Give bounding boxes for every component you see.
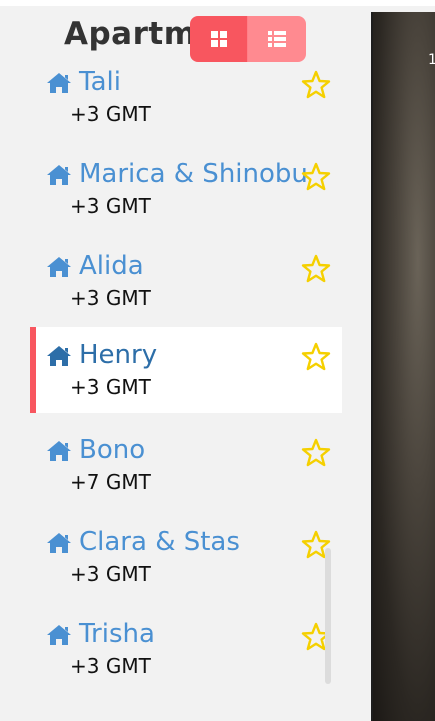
selection-marker (30, 327, 36, 413)
star-icon[interactable] (301, 162, 331, 192)
home-icon (47, 257, 71, 277)
apartment-item[interactable]: Trisha +3 GMT (30, 600, 342, 692)
home-icon (47, 441, 71, 461)
star-icon[interactable] (301, 254, 331, 284)
apartment-timezone: +3 GMT (70, 654, 151, 678)
apartment-item[interactable]: Clara & Stas +3 GMT (30, 508, 342, 600)
list-view-button[interactable] (248, 16, 306, 62)
grid-icon (210, 31, 227, 47)
apartment-timezone: +3 GMT (70, 102, 151, 126)
apartments-header: Apartments (0, 6, 370, 70)
apartment-name[interactable]: Marica & Shinobu (79, 159, 308, 189)
apartment-item[interactable]: Tali +3 GMT (30, 70, 342, 140)
home-icon (47, 533, 71, 553)
apartment-item[interactable]: Alida +3 GMT (30, 232, 342, 324)
apartment-items: Tali +3 GMT Marica & Shinobu +3 GMT Alid… (30, 70, 342, 692)
apartment-name[interactable]: Trisha (79, 619, 155, 649)
apartment-timezone: +3 GMT (70, 562, 151, 586)
star-icon[interactable] (301, 70, 331, 100)
home-icon (47, 165, 71, 185)
apartment-name[interactable]: Clara & Stas (79, 527, 240, 557)
apartment-timezone: +7 GMT (70, 470, 151, 494)
home-icon (47, 73, 71, 93)
apartment-name[interactable]: Henry (79, 340, 157, 370)
apartment-photo (371, 12, 435, 721)
list-icon (268, 31, 286, 47)
apartment-item[interactable]: Marica & Shinobu +3 GMT (30, 140, 342, 232)
apartment-list[interactable]: Tali +3 GMT Marica & Shinobu +3 GMT Alid… (30, 70, 342, 721)
apartment-timezone: +3 GMT (70, 194, 151, 218)
apartment-name[interactable]: Bono (79, 435, 145, 465)
home-icon (47, 346, 71, 366)
view-toggle (190, 16, 306, 62)
apartment-timezone: +3 GMT (70, 375, 151, 399)
apartment-name[interactable]: Alida (79, 251, 144, 281)
apartment-timezone: +3 GMT (70, 286, 151, 310)
apartment-item-selected[interactable]: Henry +3 GMT (30, 327, 342, 413)
star-icon[interactable] (301, 342, 331, 372)
apartment-name[interactable]: Tali (79, 70, 121, 97)
home-icon (47, 625, 71, 645)
apartment-item[interactable]: Bono +7 GMT (30, 416, 342, 508)
photo-corner-text: 1 (428, 52, 435, 68)
grid-view-button[interactable] (190, 16, 248, 62)
star-icon[interactable] (301, 438, 331, 468)
list-scrollbar[interactable] (325, 548, 331, 684)
